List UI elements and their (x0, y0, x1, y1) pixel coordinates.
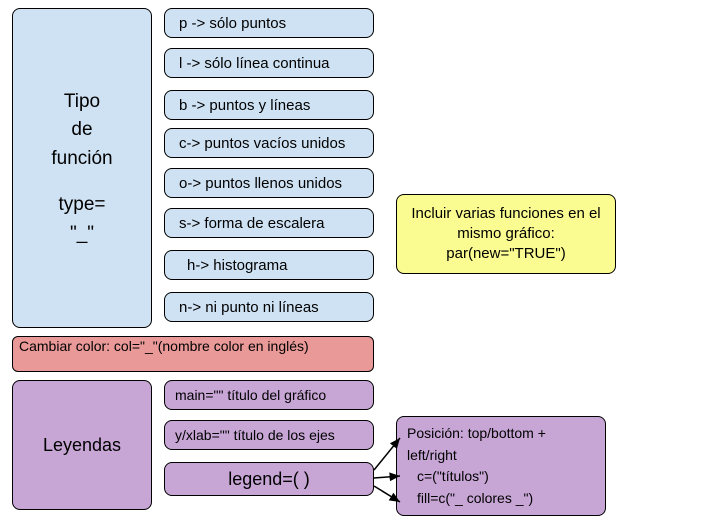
legend-pos-l3: c=("títulos") (407, 466, 489, 488)
legend-item-xylab: y/xlab="" título de los ejes (164, 420, 374, 450)
legend-block: Leyendas (12, 380, 152, 510)
legend-item-label: main="" título del gráfico (175, 387, 326, 403)
legend-position-box: Posición: top/bottom + left/right c=("tí… (396, 416, 606, 516)
type-item-p: p -> sólo puntos (164, 8, 374, 38)
type-item-label: h-> histograma (187, 257, 287, 274)
type-item-h: h-> histograma (164, 250, 374, 280)
type-item-label: p -> sólo puntos (179, 15, 286, 32)
type-sub-l2: "_" (70, 223, 94, 244)
type-item-label: l -> sólo línea continua (179, 55, 330, 72)
type-item-b: b -> puntos y líneas (164, 90, 374, 120)
type-function-block: Tipo de función type= "_" (12, 8, 152, 328)
type-title-l1: Tipo (64, 91, 100, 112)
note-text: Incluir varias funciones en el mismo grá… (411, 204, 600, 265)
type-item-l: l -> sólo línea continua (164, 48, 374, 78)
note-l2: mismo gráfico: (457, 225, 555, 242)
type-sub-l1: type= (58, 194, 105, 215)
legend-command: legend=( ) (164, 462, 374, 496)
type-title: Tipo de función (51, 88, 112, 174)
type-item-label: c-> puntos vacíos unidos (179, 135, 345, 152)
type-item-label: b -> puntos y líneas (179, 97, 310, 114)
multi-function-note: Incluir varias funciones en el mismo grá… (396, 194, 616, 274)
type-subtitle: type= "_" (58, 191, 105, 248)
type-item-n: n-> ni punto ni líneas (164, 292, 374, 322)
type-item-label: s-> forma de escalera (179, 215, 324, 232)
type-item-o: o-> puntos llenos unidos (164, 168, 374, 198)
color-row-text: Cambiar color: col="_"(nombre color en i… (19, 339, 309, 354)
type-item-c: c-> puntos vacíos unidos (164, 128, 374, 158)
color-row: Cambiar color: col="_"(nombre color en i… (12, 336, 374, 372)
legend-item-label: y/xlab="" título de los ejes (175, 427, 335, 443)
legend-command-text: legend=( ) (228, 469, 310, 490)
note-l3: par(new="TRUE") (446, 245, 565, 262)
note-l1: Incluir varias funciones en el (411, 205, 600, 222)
legend-pos-l2: left/right (407, 445, 457, 467)
legend-title: Leyendas (43, 435, 121, 456)
legend-pos-l1: Posición: top/bottom + (407, 423, 546, 445)
type-title-l2: de (71, 119, 92, 140)
legend-item-main: main="" título del gráfico (164, 380, 374, 410)
type-item-label: n-> ni punto ni líneas (179, 299, 319, 316)
type-item-label: o-> puntos llenos unidos (179, 175, 342, 192)
type-item-s: s-> forma de escalera (164, 208, 374, 238)
legend-pos-l4: fill=c("_ colores _") (407, 488, 533, 510)
type-title-l3: función (51, 148, 112, 169)
